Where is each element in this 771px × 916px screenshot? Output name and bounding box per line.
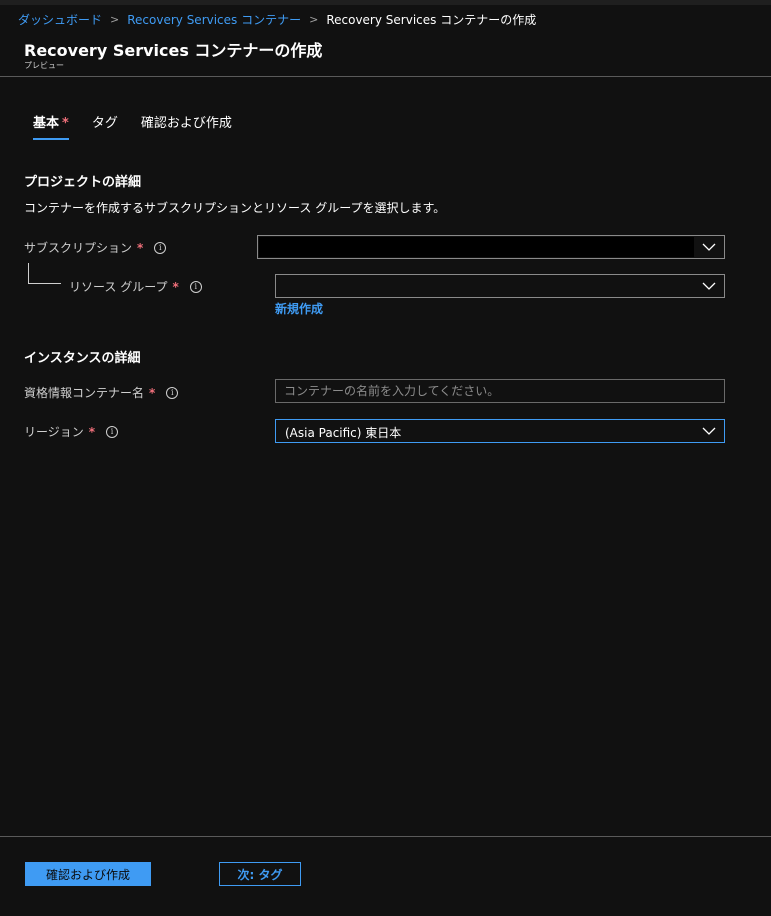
info-icon[interactable]: i [154,241,167,254]
info-icon[interactable]: i [166,386,179,399]
chevron-right-icon: > [110,13,120,26]
required-marker: * [137,240,144,255]
chevron-right-icon: > [309,13,319,26]
vault-name-label: 資格情報コンテナー名 * i [24,384,179,401]
page-title: Recovery Services コンテナーの作成 [24,41,323,60]
subscription-dropdown[interactable] [257,235,725,259]
vault-name-label-text: 資格情報コンテナー名 [24,386,145,400]
tab-basics[interactable]: 基本 * [33,112,69,140]
tree-connector-vertical [28,263,29,284]
tab-bar: 基本 * タグ 確認および作成 [33,112,255,140]
header-divider [0,76,771,77]
project-details-description: コンテナーを作成するサブスクリプションとリソース グループを選択します。 [24,201,446,215]
vault-name-input[interactable] [275,379,725,403]
tab-tags[interactable]: タグ [92,112,118,140]
review-create-button[interactable]: 確認および作成 [25,862,151,886]
breadcrumb-dashboard-link[interactable]: ダッシュボード [18,11,102,28]
region-dropdown[interactable]: (Asia Pacific) 東日本 [275,419,725,443]
project-details-heading: プロジェクトの詳細 [24,175,142,190]
breadcrumb-current: Recovery Services コンテナーの作成 [326,13,537,27]
resource-group-dropdown[interactable] [275,274,725,298]
breadcrumb-recovery-services-link[interactable]: Recovery Services コンテナー [127,11,301,28]
footer-divider [0,836,771,837]
required-marker: * [149,385,156,400]
next-tags-button[interactable]: 次: タグ [219,862,301,886]
resource-group-label-text: リソース グループ [69,280,168,294]
region-label: リージョン * i [24,423,119,440]
region-selected-value: (Asia Pacific) 東日本 [285,426,402,440]
instance-details-heading: インスタンスの詳細 [24,351,141,366]
required-marker: * [88,424,96,439]
info-icon[interactable]: i [106,425,119,438]
chevron-down-icon [702,243,716,251]
chevron-down-icon [702,427,716,435]
tab-review-create[interactable]: 確認および作成 [141,112,232,140]
create-new-resource-group-link[interactable]: 新規作成 [275,300,323,317]
top-strip [0,0,771,5]
page-subtitle: プレビュー [24,61,64,70]
tab-basics-label: 基本 [33,116,60,131]
subscription-label-text: サブスクリプション [24,241,133,255]
resource-group-label: リソース グループ * i [69,278,202,295]
required-marker: * [172,279,179,294]
breadcrumb: ダッシュボード > Recovery Services コンテナー > Reco… [18,11,536,28]
region-label-text: リージョン [24,425,84,439]
tree-connector-horizontal [28,283,61,284]
subscription-value-redacted [259,237,694,257]
chevron-down-icon [702,282,716,290]
subscription-label: サブスクリプション * i [24,239,167,256]
required-marker: * [62,116,69,131]
info-icon[interactable]: i [189,280,202,293]
